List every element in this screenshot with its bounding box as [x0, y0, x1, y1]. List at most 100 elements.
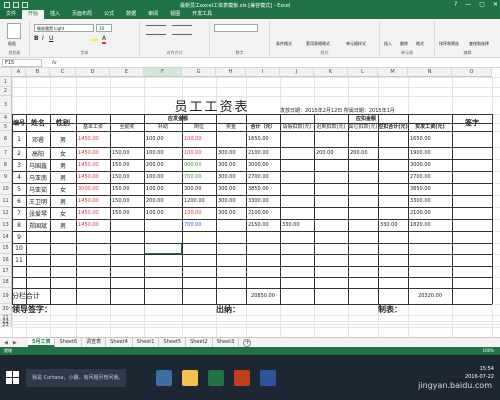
employee-late[interactable] [314, 159, 348, 171]
employee-total[interactable]: 1650.00 [246, 131, 280, 147]
row-header-11[interactable]: 11 [0, 195, 12, 207]
employee-other[interactable] [348, 195, 378, 207]
row-header-8[interactable]: 8 [0, 159, 12, 171]
column-header-E[interactable]: E [110, 68, 144, 77]
employee-bonus[interactable] [216, 219, 246, 231]
employee-sign[interactable] [452, 171, 492, 183]
tab-file[interactable]: 文件 [0, 10, 23, 19]
bold-icon[interactable]: B [34, 35, 39, 42]
employee-gender[interactable]: 女 [50, 207, 76, 219]
employee-base[interactable]: 1450.00 [76, 147, 110, 159]
row-header-4[interactable]: 4 [0, 114, 12, 123]
employee-gender[interactable]: 女 [50, 183, 76, 195]
row-header-16[interactable]: 16 [0, 254, 12, 266]
employee-subsidy[interactable]: 100.00 [144, 183, 182, 195]
employee-no[interactable]: 11 [12, 254, 26, 266]
employee-bonus[interactable]: 300.00 [216, 147, 246, 159]
employee-sign[interactable] [452, 195, 492, 207]
row-header-1[interactable]: 1 [0, 77, 12, 87]
sheet-tab-0[interactable]: 5月工资 [28, 338, 56, 347]
employee-late[interactable]: 200.00 [314, 147, 348, 159]
employee-subsidy[interactable]: 100.00 [144, 171, 182, 183]
employee-gender[interactable] [50, 243, 76, 254]
employee-gender[interactable]: 男 [50, 159, 76, 171]
employee-subsidy[interactable]: 200.00 [144, 159, 182, 171]
paste-icon[interactable] [7, 23, 21, 39]
column-header-I[interactable]: I [246, 68, 280, 77]
font-color-icon[interactable]: A [102, 35, 107, 44]
footer-total[interactable]: 20850.00 [246, 288, 280, 304]
employee-no[interactable]: 3 [12, 159, 26, 171]
employee-base[interactable] [76, 231, 110, 243]
employee-leave[interactable] [280, 231, 314, 243]
employee-subsidy[interactable]: 100.00 [144, 131, 182, 147]
employee-name[interactable] [26, 243, 50, 254]
worksheet[interactable]: 员工工资表 发放日期：2015年2月12日 所属日期：2015年1月 应发金额 应扣金… [0, 68, 500, 337]
header-late[interactable]: 迟到扣款(元) [314, 123, 348, 131]
employee-deduct_total[interactable] [378, 147, 408, 159]
employee-total[interactable]: 2700.00 [246, 171, 280, 183]
employee-total[interactable]: 2100.00 [246, 207, 280, 219]
employee-name[interactable] [26, 231, 50, 243]
font-name-select[interactable]: 微软雅黑 Light [34, 24, 94, 32]
employee-gender[interactable] [50, 231, 76, 243]
sheet-tab-7[interactable]: Sheet3 [213, 338, 240, 347]
employee-other[interactable] [348, 243, 378, 254]
column-header-C[interactable]: C [50, 68, 76, 77]
cortana-search-box[interactable]: 我是 Cortana，小娜。有问题尽管问我。 [26, 368, 126, 387]
employee-late[interactable] [314, 254, 348, 266]
column-header-G[interactable]: G [182, 68, 216, 77]
footer-total-label[interactable]: 分栏合计 [12, 288, 76, 304]
employee-gender[interactable]: 男 [50, 195, 76, 207]
fx-icon[interactable]: fx [52, 60, 57, 66]
header-leave[interactable]: 请假扣款(元) [280, 123, 314, 131]
sheet-tab-6[interactable]: Sheet2 [186, 338, 213, 347]
employee-post[interactable]: 900.00 [182, 159, 216, 171]
select-all-corner[interactable] [0, 68, 12, 77]
insert-cells-button[interactable]: 插入 [384, 41, 392, 47]
row-header-9[interactable]: 9 [0, 171, 12, 183]
employee-base[interactable] [76, 254, 110, 266]
employee-leave[interactable] [280, 171, 314, 183]
employee-total[interactable]: 3000.00 [246, 159, 280, 171]
employee-name[interactable] [26, 254, 50, 266]
employee-deduct_total[interactable] [378, 131, 408, 147]
save-icon[interactable] [4, 2, 10, 8]
header-attendance[interactable]: 全勤奖 [110, 123, 144, 131]
edge-browser-icon[interactable] [156, 369, 172, 386]
employee-late[interactable] [314, 195, 348, 207]
employee-net[interactable]: 1650.00 [408, 131, 452, 147]
employee-sign[interactable] [452, 131, 492, 147]
row-header-19[interactable]: 19 [0, 288, 12, 304]
employee-late[interactable] [314, 171, 348, 183]
employee-base[interactable] [76, 243, 110, 254]
sign-maker[interactable]: 制表： [378, 304, 452, 315]
row-header-2[interactable]: 2 [0, 87, 12, 96]
employee-net[interactable]: 1820.00 [408, 219, 452, 231]
employee-bonus[interactable]: 300.00 [216, 207, 246, 219]
employee-net[interactable]: 3000.00 [408, 159, 452, 171]
employee-net[interactable]: 3300.00 [408, 195, 452, 207]
deduct-group-header[interactable]: 应扣金额 [280, 114, 452, 123]
header-other[interactable]: 其它扣款(元) [348, 123, 378, 131]
employee-no[interactable]: 4 [12, 171, 26, 183]
employee-net[interactable]: 1900.00 [408, 147, 452, 159]
row-header-23[interactable]: 23 [0, 323, 12, 328]
employee-gender[interactable]: 男 [50, 219, 76, 231]
due-group-header[interactable]: 应发金额 [76, 114, 280, 123]
employee-bonus[interactable] [216, 131, 246, 147]
footer-net[interactable]: 20320.00 [408, 288, 452, 304]
employee-name[interactable]: 邓睿 [26, 131, 50, 147]
employee-base[interactable]: 1450.00 [76, 159, 110, 171]
undo-icon[interactable] [13, 2, 19, 8]
zoom-level[interactable]: 100% [483, 348, 494, 353]
column-header-J[interactable]: J [280, 68, 314, 77]
employee-name[interactable]: 马亚茹 [26, 183, 50, 195]
next-sheet-icon[interactable]: ▶ [13, 340, 17, 346]
employee-net[interactable]: 2700.00 [408, 171, 452, 183]
row-header-12[interactable]: 12 [0, 207, 12, 219]
header-deduct_total[interactable]: 应扣合计(元) [378, 123, 408, 131]
employee-gender[interactable]: 男 [50, 131, 76, 147]
employee-base[interactable]: 1450.00 [76, 131, 110, 147]
employee-attendance[interactable]: 150.00 [110, 159, 144, 171]
